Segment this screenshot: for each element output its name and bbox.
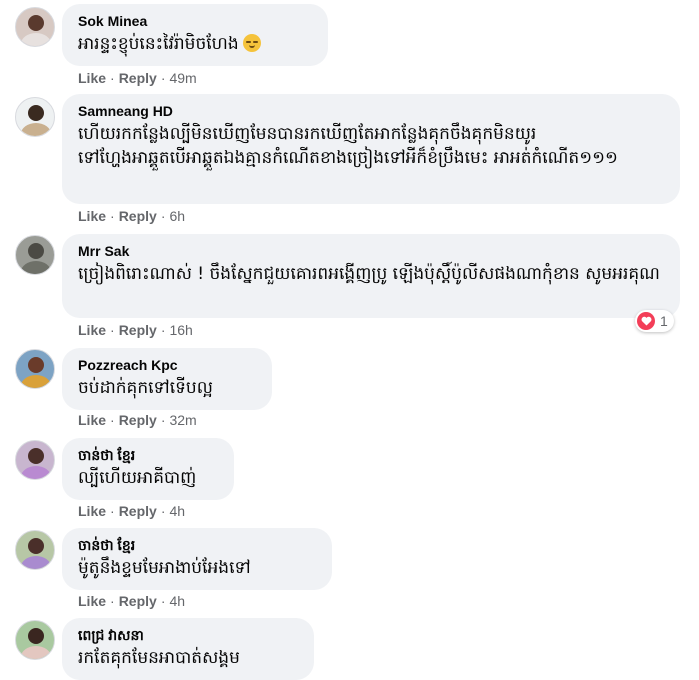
commenter-name[interactable]: ពេជ្រ វាសនា: [78, 626, 302, 644]
comment-text: ចប់ដាក់គុកទៅទើបល្អ: [78, 378, 213, 398]
comment-bubble: ចាន់ថា ខ្មែរ ល្បីហើយអាគីបាញ់: [62, 438, 234, 500]
reply-button[interactable]: Reply: [119, 412, 157, 428]
comment-actions: Like · Reply · 16h: [78, 322, 193, 338]
comment-timestamp[interactable]: 4h: [169, 503, 185, 519]
like-button[interactable]: Like: [78, 70, 106, 86]
comment-timestamp[interactable]: 49m: [169, 70, 196, 86]
comment-timestamp[interactable]: 32m: [169, 412, 196, 428]
commenter-name[interactable]: Samneang HD: [78, 102, 668, 120]
commenter-name[interactable]: ចាន់ថា ខ្មែរ: [78, 536, 320, 554]
like-button[interactable]: Like: [78, 503, 106, 519]
comment-bubble: Mrr Sak ច្រៀងពិរោះណាស់ ! ចឹងស្នែកជួយគោរព…: [62, 234, 680, 318]
reply-button[interactable]: Reply: [119, 208, 157, 224]
comment-text: រកតែគុកមែនអាបាត់សង្គម: [78, 648, 240, 668]
like-button[interactable]: Like: [78, 412, 106, 428]
commenter-name[interactable]: Pozzreach Kpc: [78, 356, 260, 374]
reaction-count: 1: [660, 313, 668, 329]
sweat-smile-emoji-icon: [242, 34, 261, 52]
comment-text: អារន្ទះខ្ញុប់នេះវៃរ៉ាមិចហែង: [78, 32, 316, 56]
avatar[interactable]: [15, 349, 55, 389]
commenter-name[interactable]: ចាន់ថា ខ្មែរ: [78, 446, 222, 464]
comment-actions: Like · Reply · 49m: [78, 70, 197, 86]
like-button[interactable]: Like: [78, 322, 106, 338]
comment-bubble: ចាន់ថា ខ្មែរ ម៉ូតូនឹងខ្ទមមែអាងាប់អែងទៅ: [62, 528, 332, 590]
comment-actions: Like · Reply · 4h: [78, 593, 186, 609]
heart-icon: [637, 312, 655, 330]
avatar[interactable]: [15, 440, 55, 480]
avatar[interactable]: [15, 235, 55, 275]
comment-timestamp[interactable]: 16h: [169, 322, 192, 338]
comment-text: ច្រៀងពិរោះណាស់ ! ចឹងស្នែកជួយគោរពអង្គើញប្…: [78, 264, 660, 284]
avatar[interactable]: [15, 7, 55, 47]
comment-timestamp[interactable]: 4h: [169, 593, 185, 609]
comment-text: ល្បីហើយអាគីបាញ់: [78, 468, 197, 488]
avatar[interactable]: [15, 97, 55, 137]
comment-text: ម៉ូតូនឹងខ្ទមមែអាងាប់អែងទៅ: [78, 558, 251, 578]
comment-bubble: Sok Minea អារន្ទះខ្ញុប់នេះវៃរ៉ាមិចហែង: [62, 4, 328, 66]
comment-actions: Like · Reply · 32m: [78, 412, 197, 428]
commenter-name[interactable]: Sok Minea: [78, 12, 316, 30]
comment-timestamp[interactable]: 6h: [169, 208, 185, 224]
reaction-badge[interactable]: 1: [635, 310, 674, 332]
avatar[interactable]: [15, 620, 55, 660]
reply-button[interactable]: Reply: [119, 503, 157, 519]
reply-button[interactable]: Reply: [119, 70, 157, 86]
avatar[interactable]: [15, 530, 55, 570]
like-button[interactable]: Like: [78, 593, 106, 609]
commenter-name[interactable]: Mrr Sak: [78, 242, 668, 260]
reply-button[interactable]: Reply: [119, 322, 157, 338]
reply-button[interactable]: Reply: [119, 593, 157, 609]
comment-actions: Like · Reply · 4h: [78, 503, 186, 519]
comment-text: ហើយរកកន្លែងល្បីមិនឃើញមែនបានរកឃើញតែអាកន្ល…: [78, 124, 618, 168]
comment-bubble: Pozzreach Kpc ចប់ដាក់គុកទៅទើបល្អ: [62, 348, 272, 410]
comment-bubble: ពេជ្រ វាសនា រកតែគុកមែនអាបាត់សង្គម: [62, 618, 314, 680]
comment-bubble: Samneang HD ហើយរកកន្លែងល្បីមិនឃើញមែនបានរ…: [62, 94, 680, 204]
like-button[interactable]: Like: [78, 208, 106, 224]
comment-actions: Like · Reply · 6h: [78, 208, 186, 224]
